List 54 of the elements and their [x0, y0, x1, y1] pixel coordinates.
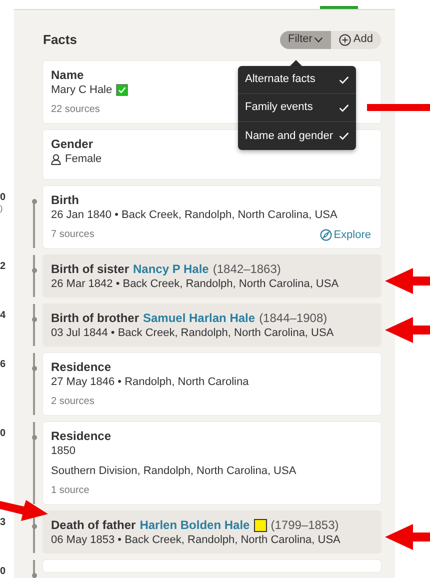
fact-detail: 26 Jan 1840 • Back Creek, Randolph, North Carolina, USA: [51, 208, 338, 222]
menu-item-label: Alternate facts: [245, 72, 316, 88]
person-link[interactable]: Harlen Bolden Hale: [140, 518, 250, 533]
year-label: 4: [0, 310, 7, 322]
fact-card[interactable]: Residence 27 May 1846 • Randolph, North Carolina 2 sources: [43, 353, 381, 415]
person-link[interactable]: Nancy P Hale: [133, 262, 209, 277]
year-label: 0: [0, 428, 7, 440]
event-title: Birth of brother: [51, 311, 139, 326]
year-label: 3: [0, 517, 7, 529]
fact-detail: 06 May 1853 • Back Creek, Randolph, North Carolina, USA: [51, 533, 342, 547]
life-dates: (1844–1908): [259, 311, 328, 326]
section-title: Facts: [43, 30, 77, 49]
life-dates: (1799–1853): [270, 518, 339, 533]
event-title: Death of father: [51, 518, 136, 533]
fact-detail: 1850: [51, 444, 76, 458]
life-dates: (1842–1863): [212, 262, 281, 277]
fact-title: Residence: [51, 360, 112, 375]
menu-item-label: Family events: [245, 100, 313, 116]
fact-card[interactable]: Birth 26 Jan 1840 • Back Creek, Randolph, North Carolina, USA 7 sources Explore: [43, 186, 381, 248]
fact-title: Gender: [51, 137, 94, 152]
family-event-card[interactable]: Birth of brother Samuel Harlan Hale (1844–1908) 03 Jul 1844 • Back Creek, Randolph, North Carolina, USA: [43, 304, 381, 346]
menu-item-label: Name and gender: [245, 128, 334, 144]
add-button[interactable]: Add: [331, 30, 381, 48]
source-count: 7 sources: [51, 228, 94, 242]
explore-link[interactable]: Explore: [320, 228, 371, 242]
source-count: 1 source: [51, 484, 90, 498]
fact-detail: Southern Division, Randolph, North Carolina, USA: [51, 464, 298, 478]
fact-title: Birth: [51, 193, 79, 208]
fact-title: Name: [51, 68, 84, 83]
fact-detail: 27 May 1846 • Randolph, North Carolina: [51, 375, 250, 389]
year-note: ): [0, 204, 4, 213]
year-label: 0: [0, 566, 7, 578]
year-label: 2: [0, 261, 7, 273]
fact-card[interactable]: Residence 1850 Southern Division, Randolph, North Carolina, USA 1 source: [43, 422, 381, 504]
event-title: Birth of sister: [51, 262, 130, 277]
fact-value: Mary C Hale: [51, 83, 112, 97]
compass-icon: [320, 229, 332, 241]
year-label: 6: [0, 359, 7, 371]
family-event-card[interactable]: Death of father Harlen Bolden Hale (1799–1853) 06 May 1853 • Back Creek, Randolph, North Carolina, USA: [43, 511, 381, 553]
year-label: 0: [0, 192, 7, 204]
fact-card[interactable]: [43, 560, 381, 572]
person-link[interactable]: Samuel Harlan Hale: [143, 311, 256, 326]
person-icon: [51, 154, 61, 164]
filter-button[interactable]: Filter: [280, 30, 332, 48]
fact-detail: 26 Mar 1842 • Back Creek, Randolph, North Carolina, USA: [51, 277, 340, 291]
family-event-card[interactable]: Birth of sister Nancy P Hale (1842–1863) 26 Mar 1842 • Back Creek, Randolph, North Carolina, USA: [43, 255, 381, 297]
chevron-down-icon: [314, 36, 324, 42]
source-count: 2 sources: [51, 395, 94, 409]
source-count: 22 sources: [51, 103, 100, 117]
tab-indicator: [320, 6, 358, 9]
plus-circle-icon: [339, 34, 352, 46]
fact-value: Female: [65, 152, 102, 166]
fact-detail: 03 Jul 1844 • Back Creek, Randolph, North Carolina, USA: [51, 326, 335, 340]
fact-title: Residence: [51, 429, 112, 444]
